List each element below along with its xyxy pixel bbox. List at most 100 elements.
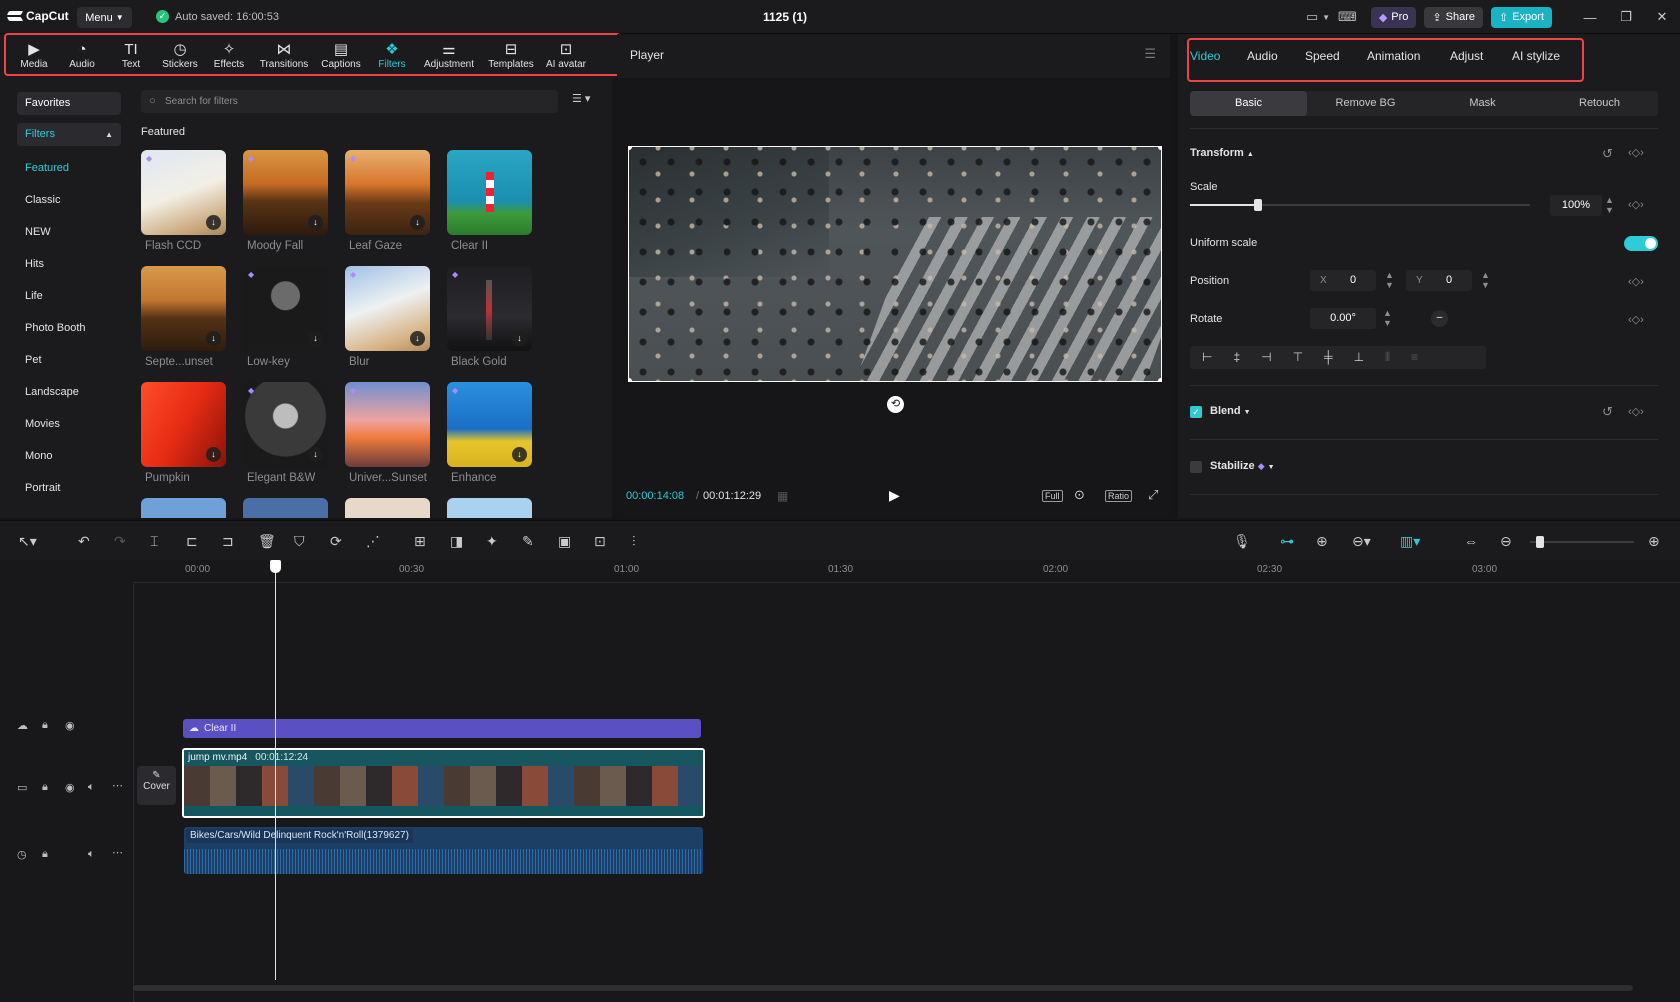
audio-analysis-icon[interactable]: ⫶ [632, 533, 636, 550]
filter-thumb-leaf-gaze[interactable]: ◆ ↓ [345, 150, 430, 235]
tab-audio[interactable]: Audio [1247, 49, 1278, 63]
ai-cutout-icon[interactable]: ✦ [486, 533, 498, 550]
shortcut-icon[interactable]: ⌨ [1338, 9, 1357, 25]
mirror-icon[interactable]: ◨ [450, 533, 463, 550]
main-track-icon[interactable]: ▥▾ [1400, 533, 1420, 550]
thumbnail-icon[interactable]: ⊡ [594, 533, 606, 550]
magnet-link-icon[interactable]: ⊶ [1280, 533, 1294, 550]
download-icon[interactable]: ↓ [206, 215, 221, 230]
fit-timeline-icon[interactable]: ⇔ [1464, 533, 1478, 549]
tool-captions[interactable]: ▤ Captions [318, 41, 364, 75]
align-left-icon[interactable]: ⊢ [1202, 350, 1233, 364]
resize-handle[interactable] [629, 378, 632, 381]
magic-edit-icon[interactable]: ✎ [522, 533, 534, 550]
filter-thumb-low-key[interactable]: ◆ ↓ [243, 266, 328, 351]
category-featured[interactable]: Featured [25, 162, 69, 174]
download-icon[interactable]: ↓ [512, 447, 527, 462]
video-clip[interactable]: jump mv.mp4 00:01:12:24 [182, 748, 705, 818]
tool-templates[interactable]: ⊟ Templates [484, 41, 538, 75]
play-icon[interactable]: ▶ [889, 487, 900, 504]
category-pet[interactable]: Pet [25, 354, 42, 366]
zoom-slider-knob[interactable] [1536, 536, 1544, 548]
tool-ai-avatar[interactable]: ⊡ AI avatar [541, 41, 591, 75]
filter-thumb-universe-sunset[interactable]: ◆ [345, 382, 430, 467]
sort-filter-icon[interactable]: ☰ ▾ [572, 92, 590, 105]
distribute-v-icon[interactable]: ≡ [1411, 350, 1439, 364]
share-button[interactable]: ⇪ Share [1424, 6, 1483, 28]
filter-thumb-flash-ccd[interactable]: ◆ ↓ [141, 150, 226, 235]
zoom-fit-icon[interactable]: ⊙ [1074, 487, 1085, 503]
close-icon[interactable]: ✕ [1644, 9, 1680, 25]
lock-icon[interactable]: 🔒︎ [42, 848, 48, 861]
tool-stickers[interactable]: ◷ Stickers [158, 41, 202, 75]
subtab-retouch[interactable]: Retouch [1541, 91, 1658, 116]
layout-icon[interactable]: ▭ [1306, 9, 1318, 25]
reset-icon[interactable]: ↺ [1602, 404, 1613, 420]
filter-thumb-partial[interactable] [243, 498, 328, 518]
filter-thumb-moody-fall[interactable]: ◆ ↓ [243, 150, 328, 235]
stepper-icon[interactable]: ▲ ▼ [1605, 195, 1614, 215]
filter-thumb-partial[interactable] [141, 498, 226, 518]
tab-speed[interactable]: Speed [1305, 49, 1340, 63]
preview-axis-icon[interactable]: ⊕ [1316, 533, 1328, 550]
tab-adjust[interactable]: Adjust [1450, 49, 1483, 63]
align-center-v-icon[interactable]: ╪ [1324, 350, 1354, 364]
link-icon[interactable]: ⊖▾ [1352, 533, 1371, 550]
fullscreen-icon[interactable]: ⤢ [1148, 487, 1158, 503]
more-icon[interactable]: ⋯ [112, 779, 123, 792]
subtab-basic[interactable]: Basic [1190, 91, 1307, 116]
filter-clip[interactable]: ☁ Clear II [183, 719, 701, 738]
tool-effects[interactable]: ✧ Effects [208, 41, 250, 75]
favorites-button[interactable]: Favorites [17, 92, 121, 115]
volume-icon[interactable]: 🔈︎ [88, 848, 95, 861]
download-icon[interactable]: ↓ [410, 331, 425, 346]
stabilize-header[interactable]: Stabilize ◆ ▼ [1210, 460, 1275, 472]
pro-button[interactable]: ◆ Pro [1370, 6, 1417, 28]
time-ruler[interactable]: 00:00 00:30 01:00 01:30 02:00 02:30 03:0… [133, 560, 1680, 584]
zoom-in-icon[interactable]: ⊕ [1648, 533, 1660, 550]
volume-icon[interactable]: 🔈︎ [88, 781, 95, 794]
category-movies[interactable]: Movies [25, 418, 60, 430]
split-right-icon[interactable]: ⊐ [222, 533, 234, 550]
undo-icon[interactable]: ↶ [78, 533, 90, 550]
full-button[interactable]: Full [1042, 490, 1063, 502]
speed-curve-icon[interactable]: ⋰ [366, 533, 380, 550]
position-x-field[interactable]: X0 [1310, 270, 1376, 291]
stepper-icon[interactable]: ▲ ▼ [1385, 270, 1394, 290]
scale-slider[interactable] [1190, 199, 1530, 211]
stabilize-checkbox[interactable] [1190, 461, 1202, 473]
lock-icon[interactable]: 🔒︎ [42, 781, 48, 794]
distribute-h-icon[interactable]: ⫴ [1385, 350, 1411, 364]
tool-media[interactable]: ▶ Media [14, 41, 54, 75]
tab-ai-stylize[interactable]: AI stylize [1512, 49, 1560, 63]
menu-button[interactable]: Menu ▼ [77, 7, 132, 28]
tool-transitions[interactable]: ⋈ Transitions [256, 41, 312, 75]
category-photo-booth[interactable]: Photo Booth [25, 322, 86, 334]
mark-icon[interactable]: ⛉ [294, 533, 305, 550]
download-icon[interactable]: ↓ [308, 447, 323, 462]
keyframe-icon[interactable]: ‹◇› [1628, 146, 1644, 159]
filters-category-button[interactable]: Filters ▲ [17, 123, 121, 146]
keyframe-icon[interactable]: ‹◇› [1628, 405, 1644, 418]
tool-text[interactable]: TI Text [111, 41, 151, 75]
hd-icon[interactable]: ▣ [558, 533, 571, 550]
freeze-frame-icon[interactable]: ⊞ [414, 533, 426, 550]
crop-icon[interactable]: ⟳ [330, 533, 342, 550]
stepper-icon[interactable]: ▲ ▼ [1383, 308, 1392, 328]
download-icon[interactable]: ↓ [206, 331, 221, 346]
filter-thumb-september-sunset[interactable]: ↓ [141, 266, 226, 351]
microphone-icon[interactable]: 🎙 [1233, 533, 1251, 550]
keyframe-icon[interactable]: ‹◇› [1628, 275, 1644, 288]
reset-icon[interactable]: ↺ [1602, 146, 1613, 162]
horizontal-scrollbar[interactable] [133, 985, 1633, 991]
blend-header[interactable]: Blend ▼ [1210, 405, 1251, 417]
rotate-value-field[interactable]: 0.00° [1310, 308, 1376, 329]
tool-filters[interactable]: ❖ Filters [372, 41, 412, 75]
ratio-button[interactable]: Ratio [1105, 490, 1133, 502]
grid-icon[interactable]: ▦ [777, 489, 788, 503]
download-icon[interactable]: ↓ [206, 447, 221, 462]
download-icon[interactable]: ↓ [410, 215, 425, 230]
filter-thumb-black-gold[interactable]: ◆ ↓ [447, 266, 532, 351]
tab-animation[interactable]: Animation [1367, 49, 1420, 63]
uniform-scale-toggle[interactable] [1624, 236, 1658, 251]
